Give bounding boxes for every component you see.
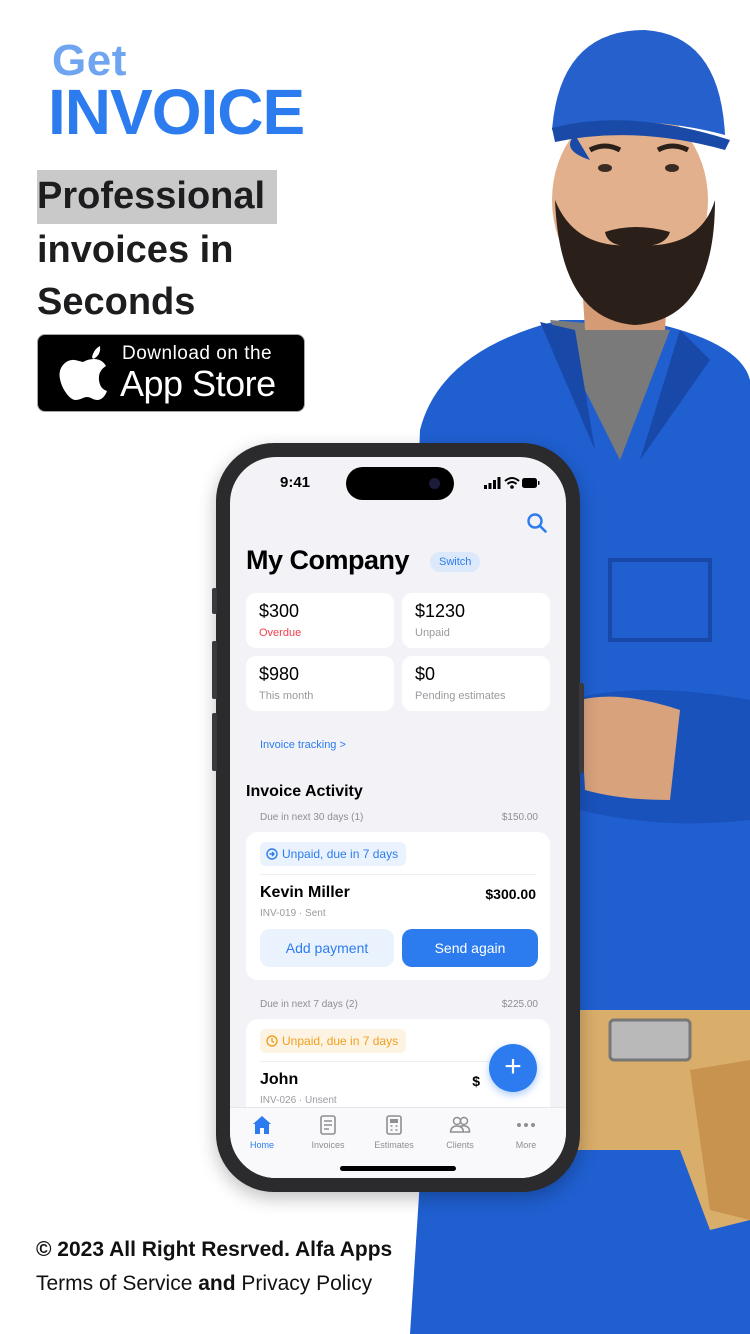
phone-power-button [579,683,584,773]
camera-icon [429,478,440,489]
footer-links: Terms of Service and Privacy Policy [36,1272,392,1296]
invoice-meta: INV-026 · Unsent [260,1095,337,1106]
phone-screen: 9:41 My Company Switch $300 Overdue $123… [230,457,566,1178]
battery-icon [522,478,540,488]
company-name: My Company [246,545,410,575]
wifi-icon [504,477,520,489]
stat-label: This month [259,690,314,702]
privacy-policy-link[interactable]: Privacy Policy [241,1272,372,1295]
due-group-total: $225.00 [501,999,538,1010]
search-icon[interactable] [526,512,548,534]
due-group-header: Due in next 7 days (2) $225.00 [260,999,538,1010]
invoice-meta: INV-019 · Sent [260,908,326,919]
status-badge-text: Unpaid, due in 7 days [282,847,399,861]
stat-amount: $980 [259,664,300,684]
invoice-activity-title: Invoice Activity [246,783,363,800]
due-group-label: Due in next 7 days (2) [260,999,358,1010]
clock-icon [266,1035,278,1047]
tab-label: Estimates [374,1140,414,1150]
headline-line-2: invoices in [37,229,234,271]
send-again-button[interactable]: Send again [402,929,538,967]
due-group-label: Due in next 30 days (1) [260,812,364,823]
tab-more[interactable]: More [496,1114,556,1150]
tab-invoices[interactable]: Invoices [298,1114,358,1150]
stat-amount: $1230 [415,601,466,621]
tab-label: Clients [446,1140,474,1150]
create-invoice-fab[interactable]: + [489,1044,537,1092]
stat-card-pending-estimates[interactable]: $0 Pending estimates [402,656,550,711]
status-badge: Unpaid, due in 7 days [260,1029,407,1053]
phone-volume-up [212,641,217,699]
status-badge: Unpaid, due in 7 days [260,842,407,866]
stat-amount: $0 [415,664,436,684]
home-icon [253,1116,271,1134]
due-group-header: Due in next 30 days (1) $150.00 [260,812,538,823]
status-time: 9:41 [280,474,311,491]
tab-estimates[interactable]: Estimates [364,1114,424,1150]
switch-company-button[interactable]: Switch [430,552,481,572]
app-store-big-label: App Store [120,363,276,404]
arrow-circle-icon [266,848,278,860]
client-name: Kevin Miller [260,884,350,901]
client-name: John [260,1071,299,1088]
invoice-card[interactable]: Unpaid, due in 7 days Kevin Miller $300.… [246,832,550,980]
invoice-amount: $ [472,1073,480,1089]
stat-label: Overdue [259,627,302,639]
stat-card-overdue[interactable]: $300 Overdue [246,593,394,648]
stat-amount: $300 [259,601,300,621]
phone-mute-switch [212,588,217,614]
status-bar-icons [484,477,540,489]
tab-bar: Home Invoices Estimates Clients More [230,1107,566,1178]
add-payment-button[interactable]: Add payment [260,929,394,967]
calculator-icon [386,1115,402,1135]
invoice-tracking-link[interactable]: Invoice tracking > [260,739,346,751]
more-dots-icon [517,1123,535,1127]
tab-label: Home [249,1140,274,1150]
invoice-amount: $300.00 [485,886,536,902]
headline-line-1: Professional [37,170,278,224]
phone-volume-down [212,713,217,771]
tab-clients[interactable]: Clients [430,1114,490,1150]
headline: Professional invoices in Seconds [37,170,278,328]
logo-invoice-text: INVOICE [48,76,305,148]
stat-card-this-month[interactable]: $980 This month [246,656,394,711]
people-icon [449,1116,471,1133]
footer: © 2023 All Right Resrved. Alfa Apps Term… [36,1238,392,1296]
dynamic-island [346,467,454,500]
headline-line-3: Seconds [37,281,196,323]
stat-card-unpaid[interactable]: $1230 Unpaid [402,593,550,648]
signal-icon [484,477,501,489]
due-group-total: $150.00 [501,812,538,823]
apple-logo-icon [59,346,107,400]
stat-label: Unpaid [415,627,450,639]
card-divider [260,874,536,875]
stat-label: Pending estimates [415,690,506,702]
terms-of-service-link[interactable]: Terms of Service [36,1272,192,1295]
copyright-text: © 2023 All Right Resrved. Alfa Apps [36,1238,393,1261]
tab-label: Invoices [311,1140,345,1150]
document-icon [320,1115,336,1135]
app-store-small-label: Download on the [122,343,273,364]
app-store-download-button[interactable]: Download on the App Store [37,334,305,412]
get-invoice-logo: Get INVOICE [48,36,348,146]
home-indicator [340,1166,456,1171]
status-badge-text: Unpaid, due in 7 days [282,1034,399,1048]
tab-label: More [515,1140,537,1150]
footer-and-text: and [198,1272,236,1295]
tab-home[interactable]: Home [232,1114,292,1150]
phone-mockup: 9:41 My Company Switch $300 Overdue $123… [212,443,584,1192]
